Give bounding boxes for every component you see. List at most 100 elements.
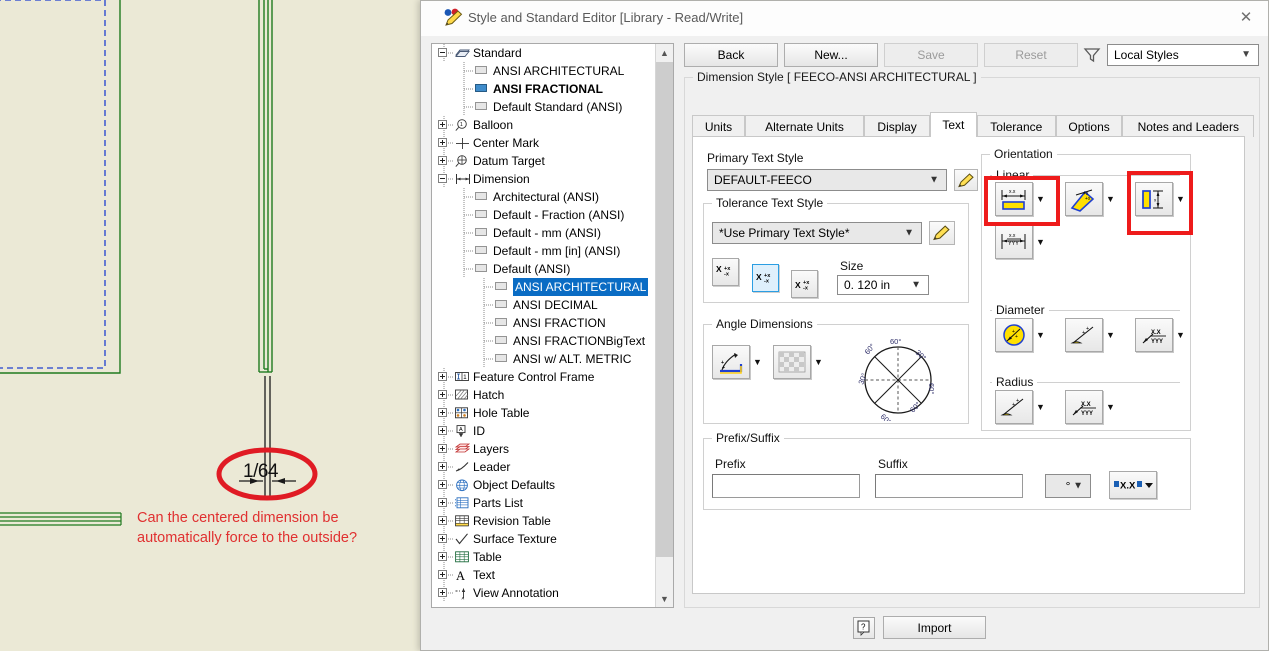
expand-icon[interactable] — [438, 588, 447, 597]
radius-leader-main[interactable]: + + — [995, 390, 1033, 424]
expand-icon[interactable] — [438, 138, 447, 147]
style-tree-panel[interactable]: Standard ANSI ARCHITECTURAL ANSI FRACTIONA… — [431, 43, 674, 608]
radius-stacked-button[interactable]: X.X YYY ▼ — [1065, 390, 1117, 424]
tree-item[interactable]: A ID — [432, 422, 656, 440]
save-button[interactable]: Save — [884, 43, 978, 67]
tree-scrollbar[interactable]: ▲ ▼ — [655, 44, 673, 607]
edit-primary-text-style-button[interactable] — [954, 169, 978, 191]
tree-item[interactable]: Default Standard (ANSI) — [432, 98, 656, 116]
tree-item[interactable]: Parts List — [432, 494, 656, 512]
chevron-down-icon[interactable]: ▼ — [1104, 192, 1117, 206]
tree-item[interactable]: 1 Balloon — [432, 116, 656, 134]
tab-options[interactable]: Options — [1056, 115, 1123, 137]
tab-tolerance[interactable]: Tolerance — [976, 115, 1056, 137]
tree-item[interactable]: Table — [432, 548, 656, 566]
tree-item[interactable]: Default - Fraction (ANSI) — [432, 206, 656, 224]
chevron-down-icon[interactable]: ▼ — [812, 355, 825, 369]
tolerance-size-dropdown[interactable]: 0. 120 in ▼ — [837, 275, 929, 295]
scrollbar-thumb[interactable] — [656, 62, 673, 557]
reset-button[interactable]: Reset — [984, 43, 1078, 67]
diameter-inside-button[interactable]: + + ▼ — [995, 318, 1047, 352]
tree-item[interactable]: ANSI FRACTIONBigText — [432, 332, 656, 350]
tree-item[interactable]: Leader — [432, 458, 656, 476]
tree-item[interactable]: Layers — [432, 440, 656, 458]
diameter-leader-button[interactable]: + + ▼ — [1065, 318, 1117, 352]
tree-item[interactable]: ANSI ARCHITECTURAL — [432, 62, 656, 80]
suffix-input[interactable] — [875, 474, 1023, 498]
angle-text-orientation-button[interactable]: + + ▼ — [712, 345, 764, 379]
new-button[interactable]: New... — [784, 43, 878, 67]
tree-item[interactable]: Hatch — [432, 386, 656, 404]
tree-item[interactable]: ANSI DECIMAL — [432, 296, 656, 314]
diameter-leader-main[interactable]: + + — [1065, 318, 1103, 352]
radius-stacked-main[interactable]: X.X YYY — [1065, 390, 1103, 424]
chevron-down-icon[interactable]: ▼ — [1174, 328, 1187, 342]
angle-text-fill-button[interactable]: ▼ — [773, 345, 825, 379]
tree-item[interactable]: Hole Table — [432, 404, 656, 422]
tree-item[interactable]: ANSI ARCHITECTURAL — [432, 278, 656, 296]
expand-icon[interactable] — [438, 462, 447, 471]
tab-notes-and-leaders[interactable]: Notes and Leaders — [1122, 115, 1255, 137]
linear-stacked-button[interactable]: x.x YYY ▼ — [995, 225, 1047, 259]
radius-leader-button[interactable]: + + ▼ — [995, 390, 1047, 424]
linear-aligned-button[interactable]: +x +x ▼ — [1065, 182, 1117, 216]
tree-item[interactable]: Default (ANSI) — [432, 260, 656, 278]
tree-item[interactable]: A View Annotation — [432, 584, 656, 602]
expand-icon[interactable] — [438, 408, 447, 417]
style-filter-dropdown[interactable]: Local Styles ▼ — [1107, 44, 1259, 66]
symbol-dropdown[interactable]: ° ▼ — [1045, 474, 1091, 498]
expand-icon[interactable] — [438, 390, 447, 399]
tree-item[interactable]: ANSI FRACTIONAL — [432, 80, 656, 98]
tree-item[interactable]: Default - mm (ANSI) — [432, 224, 656, 242]
expand-icon[interactable] — [438, 552, 447, 561]
tree-item[interactable]: ANSI w/ ALT. METRIC — [432, 350, 656, 368]
back-button[interactable]: Back — [684, 43, 778, 67]
tab-units[interactable]: Units — [692, 115, 745, 137]
tree-item[interactable]: Standard — [432, 44, 656, 62]
expand-icon[interactable] — [438, 372, 447, 381]
chevron-down-icon[interactable]: ▼ — [1034, 400, 1047, 414]
scroll-down-icon[interactable]: ▼ — [656, 590, 673, 607]
tolerance-align-middle-button[interactable]: X +x -x — [752, 264, 779, 292]
tree-item[interactable]: Object Defaults — [432, 476, 656, 494]
expand-icon[interactable] — [438, 480, 447, 489]
angle-text-orientation-main[interactable]: + + — [712, 345, 750, 379]
tree-item[interactable]: Revision Table — [432, 512, 656, 530]
chevron-down-icon[interactable]: ▼ — [1104, 400, 1117, 414]
tree-item[interactable]: Datum Target — [432, 152, 656, 170]
tab-display[interactable]: Display — [864, 115, 931, 137]
tree-item[interactable]: Surface Texture — [432, 530, 656, 548]
filter-icon[interactable] — [1082, 45, 1102, 65]
expand-icon[interactable] — [438, 498, 447, 507]
chevron-down-icon[interactable]: ▼ — [1104, 328, 1117, 342]
expand-icon[interactable] — [438, 534, 447, 543]
tree-item[interactable]: Architectural (ANSI) — [432, 188, 656, 206]
expand-icon[interactable] — [438, 156, 447, 165]
expand-icon[interactable] — [438, 516, 447, 525]
diameter-stacked-button[interactable]: X.X YYY ▼ — [1135, 318, 1187, 352]
tree-item[interactable]: Default - mm [in] (ANSI) — [432, 242, 656, 260]
tree-item[interactable]: Dimension — [432, 170, 656, 188]
tab-alternate-units[interactable]: Alternate Units — [745, 115, 864, 137]
collapse-icon[interactable] — [438, 174, 447, 183]
expand-icon[interactable] — [438, 444, 447, 453]
close-icon[interactable]: ✕ — [1224, 1, 1268, 33]
help-button[interactable]: ? — [853, 617, 875, 639]
tolerance-text-style-dropdown[interactable]: *Use Primary Text Style* ▼ — [712, 222, 922, 244]
linear-stacked-main[interactable]: x.x YYY — [995, 225, 1033, 259]
linear-aligned-main[interactable]: +x +x — [1065, 182, 1103, 216]
tolerance-align-top-button[interactable]: X +x -x — [712, 258, 739, 286]
expand-icon[interactable] — [438, 120, 447, 129]
scroll-up-icon[interactable]: ▲ — [656, 44, 673, 61]
primary-text-style-dropdown[interactable]: DEFAULT-FEECO ▼ — [707, 169, 947, 191]
tree-item[interactable]: ANSI FRACTION — [432, 314, 656, 332]
chevron-down-icon[interactable]: ▼ — [751, 355, 764, 369]
diameter-inside-main[interactable]: + + — [995, 318, 1033, 352]
chevron-down-icon[interactable]: ▼ — [1034, 235, 1047, 249]
expand-icon[interactable] — [438, 426, 447, 435]
tree-item[interactable]: Center Mark — [432, 134, 656, 152]
prefix-input[interactable] — [712, 474, 860, 498]
edit-tolerance-text-style-button[interactable] — [929, 221, 955, 245]
chevron-down-icon[interactable]: ▼ — [1034, 328, 1047, 342]
collapse-icon[interactable] — [438, 48, 447, 57]
